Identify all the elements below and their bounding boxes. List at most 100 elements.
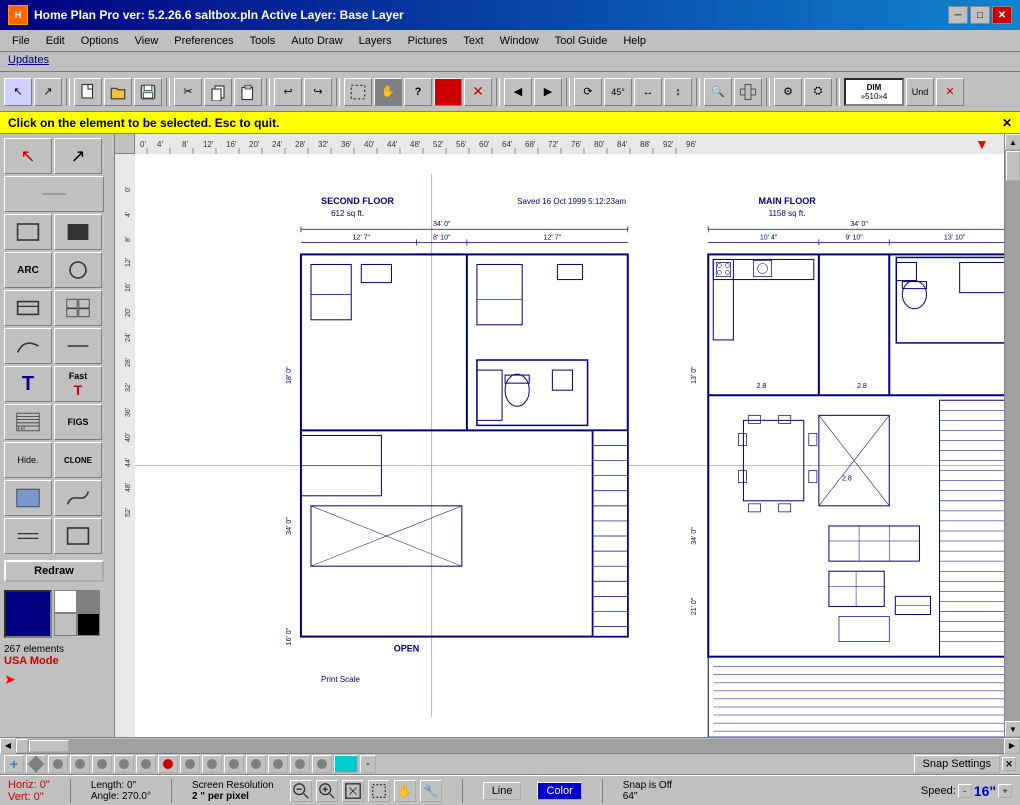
minus-btn[interactable]: - (360, 755, 376, 773)
flip-h-btn[interactable]: ↔ (634, 78, 662, 106)
zoom-hand-btn[interactable]: ✋ (394, 780, 416, 802)
redo-btn[interactable]: ↪ (304, 78, 332, 106)
toolbar-close-btn[interactable]: ✕ (1002, 757, 1016, 771)
close-button[interactable]: ✕ (992, 6, 1012, 24)
menu-window[interactable]: Window (492, 33, 547, 49)
cyan-btn[interactable] (334, 755, 358, 773)
select-box-btn[interactable] (344, 78, 372, 106)
dot10[interactable] (224, 755, 244, 773)
menu-tools[interactable]: Tools (242, 33, 284, 49)
pointer2-btn[interactable]: ↗ (54, 138, 102, 174)
dot11[interactable] (246, 755, 266, 773)
rect3-btn[interactable] (54, 518, 102, 554)
speed-plus-btn[interactable]: + (998, 784, 1012, 798)
close-plan-btn[interactable]: ✕ (936, 78, 964, 106)
menu-layers[interactable]: Layers (351, 33, 400, 49)
more-btn2[interactable]: ⛭ (804, 78, 832, 106)
double-line-btn[interactable] (4, 518, 52, 554)
figs-btn[interactable]: FIGS (54, 404, 102, 440)
dot1[interactable] (26, 755, 46, 773)
wall-btn[interactable] (4, 290, 52, 326)
bezier-btn[interactable] (54, 480, 102, 516)
minimize-button[interactable]: ─ (948, 6, 968, 24)
open-btn[interactable] (104, 78, 132, 106)
fast-text-btn[interactable]: Fast T (54, 366, 102, 402)
circle-btn[interactable] (54, 252, 102, 288)
clone-btn[interactable]: CLONE (54, 442, 102, 478)
menu-preferences[interactable]: Preferences (166, 33, 241, 49)
rect-fill-btn[interactable] (54, 214, 102, 250)
updates-link[interactable]: Updates (8, 54, 49, 66)
dot5[interactable] (114, 755, 134, 773)
select-arrow-btn[interactable]: ↖ (4, 138, 52, 174)
angle45-btn[interactable]: 45° (604, 78, 632, 106)
scroll-right-arrow[interactable]: ▶ (1004, 738, 1020, 754)
flip-v-btn[interactable]: ↕ (664, 78, 692, 106)
zoom-in-btn[interactable] (734, 78, 762, 106)
zoom-fit-btn[interactable] (342, 780, 364, 802)
scroll-up-arrow[interactable]: ▲ (1005, 134, 1020, 150)
move-right-btn[interactable]: ▶ (534, 78, 562, 106)
dot4[interactable] (92, 755, 112, 773)
hand-pan-btn[interactable]: ✋ (374, 78, 402, 106)
more-btn1[interactable]: ⚙ (774, 78, 802, 106)
fill-btn[interactable]: Fill (4, 404, 52, 440)
menu-view[interactable]: View (127, 33, 167, 49)
color-swatch-white[interactable] (54, 590, 77, 613)
scroll-home[interactable] (16, 739, 28, 753)
paste-btn[interactable] (234, 78, 262, 106)
arc-btn[interactable]: ARC (4, 252, 52, 288)
help-btn[interactable]: ? (404, 78, 432, 106)
right-scrollbar[interactable]: ▲ ▼ (1004, 134, 1020, 737)
new-btn[interactable] (74, 78, 102, 106)
menu-text[interactable]: Text (455, 33, 491, 49)
pointer-btn[interactable]: ↗ (34, 78, 62, 106)
speed-minus-btn[interactable]: - (958, 784, 972, 798)
line-tool-btn[interactable] (4, 176, 104, 212)
water-btn[interactable] (4, 480, 52, 516)
redraw-button[interactable]: Redraw (4, 560, 104, 582)
dot7[interactable] (158, 755, 178, 773)
save-btn[interactable] (134, 78, 162, 106)
color-swatch-primary[interactable] (4, 590, 52, 638)
arrow-select-btn[interactable]: ↖ (4, 78, 32, 106)
add-element-btn[interactable]: + (4, 755, 24, 773)
dot9[interactable] (202, 755, 222, 773)
copy-btn[interactable] (204, 78, 232, 106)
canvas-area[interactable]: // Ruler ticks will be drawn inline 0' 4… (115, 134, 1020, 737)
rect-outline-btn[interactable] (4, 214, 52, 250)
hide-btn[interactable]: Hide. (4, 442, 52, 478)
zoom-out-btn[interactable]: 🔍 (704, 78, 732, 106)
cut-btn[interactable]: ✂ (174, 78, 202, 106)
zoom-btn-2[interactable] (316, 780, 338, 802)
undo-btn[interactable]: ↩ (274, 78, 302, 106)
color-picker-btn[interactable]: Color (537, 782, 581, 800)
info-close[interactable]: ✕ (1002, 116, 1012, 130)
undo-final-btn[interactable]: Und (906, 78, 934, 106)
scroll-thumb-h[interactable] (29, 740, 69, 752)
horiz-line-btn[interactable] (54, 328, 102, 364)
zoom-custom-btn[interactable]: 🔧 (420, 780, 442, 802)
menu-autodraw[interactable]: Auto Draw (283, 33, 350, 49)
menu-file[interactable]: File (4, 33, 38, 49)
menu-options[interactable]: Options (73, 33, 127, 49)
delete-btn[interactable]: ✕ (464, 78, 492, 106)
scroll-left-arrow[interactable]: ◀ (0, 738, 16, 754)
dot12[interactable] (268, 755, 288, 773)
text-btn[interactable]: T (4, 366, 52, 402)
dot14[interactable] (312, 755, 332, 773)
rotate-btn[interactable]: ⟳ (574, 78, 602, 106)
snap-settings-btn[interactable]: Snap Settings (914, 755, 1001, 773)
menu-edit[interactable]: Edit (38, 33, 73, 49)
menu-toolguide[interactable]: Tool Guide (547, 33, 616, 49)
color-swatch-gray[interactable] (77, 590, 100, 613)
scroll-down-arrow[interactable]: ▼ (1005, 721, 1020, 737)
color-swatch-silver[interactable] (54, 613, 77, 636)
dot13[interactable] (290, 755, 310, 773)
line-type-btn[interactable]: Line (483, 782, 522, 800)
paint-btn[interactable] (434, 78, 462, 106)
zoom-select-btn[interactable] (368, 780, 390, 802)
menu-help[interactable]: Help (615, 33, 654, 49)
move-left-btn[interactable]: ◀ (504, 78, 532, 106)
scroll-thumb-v[interactable] (1006, 151, 1020, 181)
